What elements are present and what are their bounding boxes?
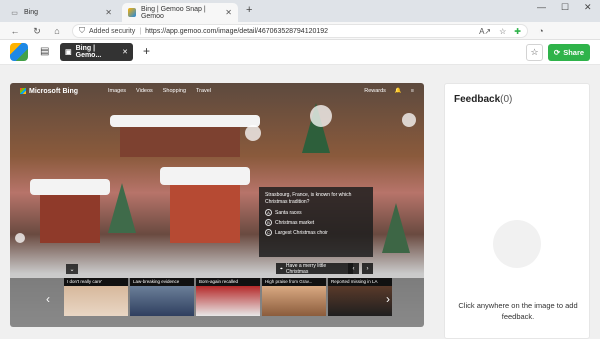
security-label: Added security	[89, 27, 136, 35]
bing-logo: Microsoft Bing	[20, 88, 78, 95]
scene-house	[170, 181, 240, 243]
news-item: Born-again recalled	[196, 278, 260, 316]
gemoo-logo-icon[interactable]	[10, 43, 28, 61]
quiz-option: A Santa races	[265, 209, 367, 216]
scene-house	[120, 123, 240, 157]
bing-news-strip: ‹ I don't really care' Law-breaking evid…	[10, 278, 424, 327]
star-button[interactable]: ☆	[526, 44, 543, 61]
document-tab[interactable]: ▣ Bing | Gemo... ✕	[60, 43, 133, 61]
scene-tree	[382, 203, 410, 253]
captured-screenshot[interactable]: Microsoft Bing Images Videos Shopping Tr…	[10, 83, 424, 327]
snowflake	[402, 113, 416, 127]
bing-nav-images: Images	[108, 88, 127, 94]
feedback-title: Feedback(0)	[454, 94, 513, 105]
scene-roof	[30, 179, 110, 195]
shield-icon: ⛉	[79, 26, 85, 35]
news-item: I don't really care'	[64, 278, 128, 316]
share-label: Share	[563, 48, 585, 57]
pages-icon[interactable]: ▤	[40, 46, 49, 57]
maximize-icon[interactable]: ☐	[561, 2, 569, 13]
quiz-option: B Christmas market	[265, 219, 367, 226]
snowflake	[15, 233, 25, 243]
news-next-icon: ›	[386, 292, 390, 306]
close-window-icon[interactable]: ✕	[584, 2, 592, 13]
app-toolbar: ▤ ▣ Bing | Gemo... ✕ + ☆ ⟳ Share	[0, 40, 600, 65]
bing-favicon-icon: ▭	[11, 9, 18, 17]
feedback-panel: Feedback(0) Click anywhere on the image …	[444, 83, 590, 339]
bing-rewards: Rewards	[364, 88, 386, 94]
document-tab-label: Bing | Gemo...	[75, 45, 102, 59]
location-pin-icon: ⌖	[280, 265, 283, 272]
news-item: High praise from Grav...	[262, 278, 326, 316]
close-tab-icon[interactable]: ✕	[105, 8, 112, 17]
scene-tree	[108, 183, 136, 233]
close-icon[interactable]: ✕	[122, 48, 128, 56]
caption-next-icon: ›	[362, 263, 373, 274]
star-icon: ☆	[530, 47, 539, 57]
extension-icon[interactable]: ✚	[514, 27, 521, 36]
quiz-option: C Largest Christmas choir	[265, 229, 367, 236]
bing-quiz-card: Strasbourg, France, is known for which C…	[259, 187, 373, 257]
home-icon[interactable]: ⌂	[50, 24, 64, 38]
snowflake	[310, 105, 332, 127]
snowflake	[245, 125, 261, 141]
browser-tab-bar: ▭ Bing ✕ Bing | Gemoo Snap | Gemoo ✕ + —…	[0, 0, 600, 22]
share-icon: ⟳	[553, 48, 561, 57]
news-item: Law-breaking evidence	[130, 278, 194, 316]
share-button[interactable]: ⟳ Share	[548, 44, 590, 61]
new-tab-icon[interactable]: +	[246, 4, 252, 16]
divider: |	[139, 27, 142, 35]
empty-feedback-icon	[493, 220, 541, 268]
bing-nav-travel: Travel	[196, 88, 212, 94]
read-aloud-icon[interactable]: A↗	[479, 27, 491, 36]
scene-roof	[110, 115, 260, 127]
refresh-icon[interactable]: ↻	[30, 24, 44, 38]
bing-menu-icon: ≡	[410, 88, 414, 94]
tab-label: Bing | Gemoo Snap | Gemoo	[140, 5, 206, 20]
favorite-icon[interactable]: ☆	[499, 27, 506, 36]
bing-nav-videos: Videos	[136, 88, 153, 94]
browser-tab-bing[interactable]: ▭ Bing ✕	[4, 3, 118, 22]
url-text: https://app.gemoo.com/image/detail/46706…	[145, 27, 329, 35]
bing-nav-shopping: Shopping	[162, 88, 187, 94]
minimize-icon[interactable]: —	[537, 2, 546, 12]
add-tab-icon[interactable]: +	[143, 44, 150, 58]
image-icon: ▣	[65, 49, 72, 56]
gemoo-favicon-icon	[128, 8, 136, 17]
quiz-question: Strasbourg, France, is known for which C…	[265, 192, 352, 205]
caption-prev-icon: ‹	[348, 263, 359, 274]
address-bar[interactable]: ⛉ Added security | https://app.gemoo.com…	[72, 24, 528, 38]
collapse-icon: ⌄	[66, 264, 78, 274]
back-icon[interactable]: ←	[8, 24, 22, 38]
news-item: Reported missing in LA	[328, 278, 392, 316]
main-area: Microsoft Bing Images Videos Shopping Tr…	[0, 65, 600, 339]
close-tab-icon[interactable]: ✕	[225, 8, 232, 17]
feedback-hint: Click anywhere on the image to add feedb…	[458, 301, 578, 322]
bing-header: Microsoft Bing Images Videos Shopping Tr…	[10, 83, 424, 99]
feedback-count: (0)	[500, 94, 513, 105]
bing-bell-icon: 🔔	[394, 88, 402, 94]
tab-label: Bing	[24, 9, 39, 16]
bing-image-caption: ⌖ Have a merry little Christmas	[276, 263, 353, 275]
news-prev-icon: ‹	[46, 292, 50, 306]
copilot-icon[interactable]: ◔	[534, 24, 548, 38]
scene-roof	[160, 167, 250, 185]
scene-house	[40, 193, 100, 243]
browser-tab-gemoo[interactable]: Bing | Gemoo Snap | Gemoo ✕	[122, 3, 238, 22]
address-toolbar: ← ↻ ⌂ ⛉ Added security | https://app.gem…	[0, 22, 600, 59]
